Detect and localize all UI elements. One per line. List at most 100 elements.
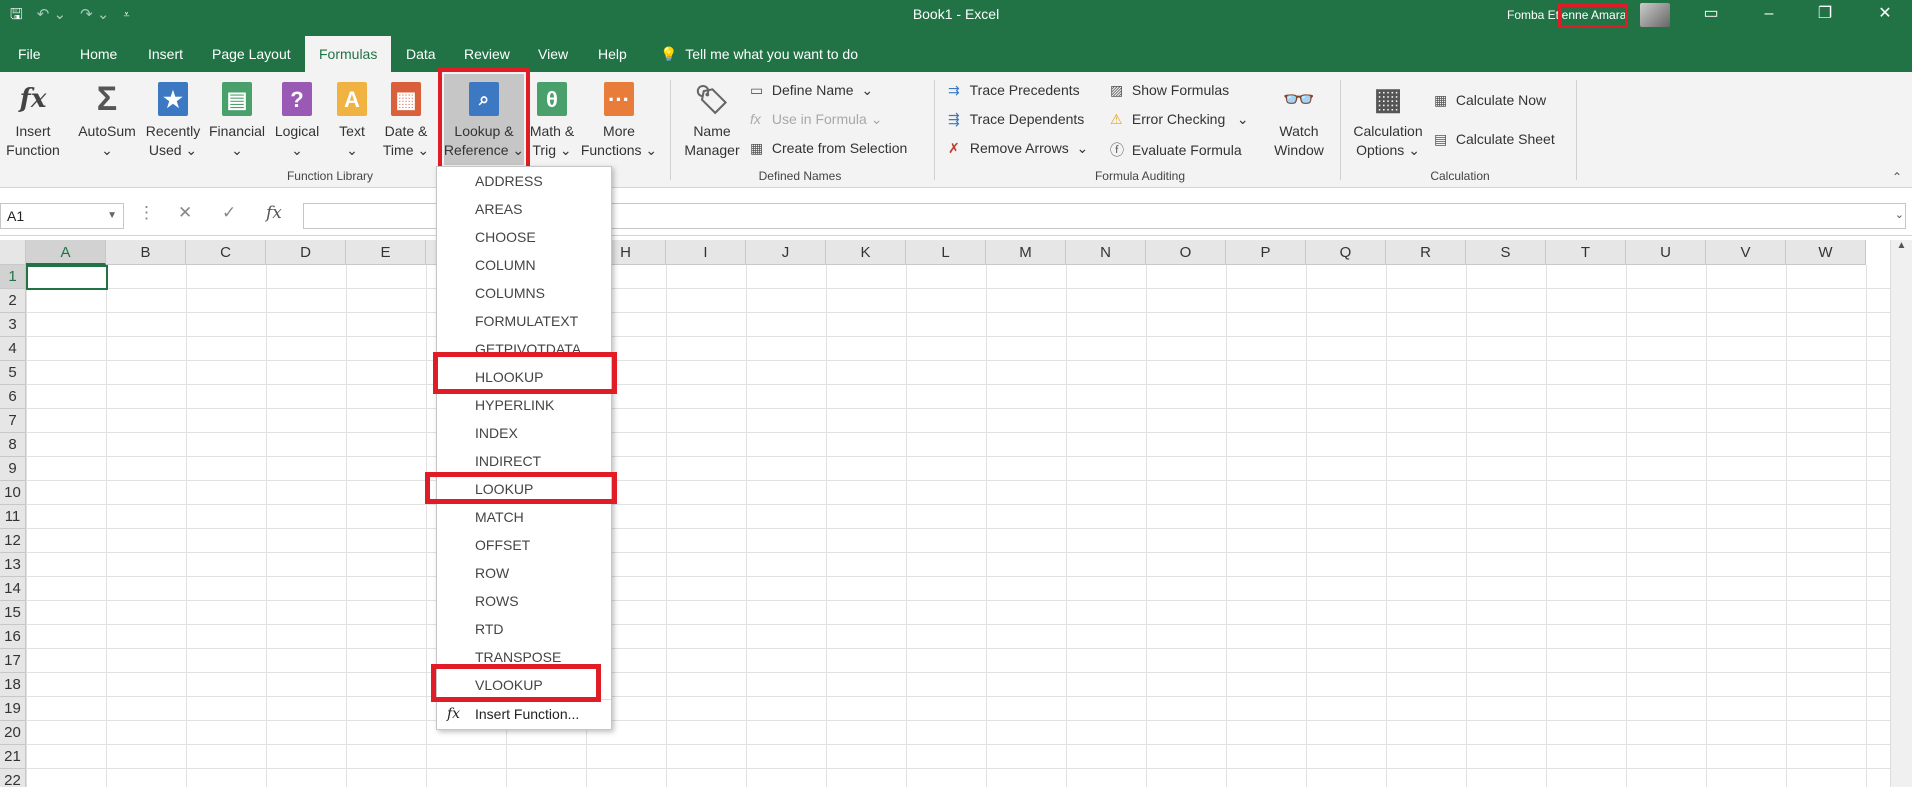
enter-icon[interactable]: ✓: [222, 203, 236, 223]
menu-item-rows[interactable]: ROWS: [475, 587, 519, 615]
row-header-4[interactable]: 4: [0, 337, 26, 361]
row-header-13[interactable]: 13: [0, 553, 26, 577]
close-icon[interactable]: ✕: [1862, 0, 1908, 30]
column-header-p[interactable]: P: [1226, 240, 1306, 265]
column-header-r[interactable]: R: [1386, 240, 1466, 265]
row-header-10[interactable]: 10: [0, 481, 26, 505]
tab-review[interactable]: Review: [450, 36, 524, 72]
column-header-o[interactable]: O: [1146, 240, 1226, 265]
minimize-icon[interactable]: –: [1746, 0, 1792, 30]
collapse-ribbon-icon[interactable]: ⌃: [1892, 170, 1902, 184]
column-header-i[interactable]: I: [666, 240, 746, 265]
column-header-w[interactable]: W: [1786, 240, 1866, 265]
logical-button[interactable]: ? Logical ⌄: [270, 82, 324, 160]
menu-item-hyperlink[interactable]: HYPERLINK: [475, 391, 554, 419]
use-in-formula-button[interactable]: fx Use in Formula ⌄: [750, 111, 882, 128]
menu-item-indirect[interactable]: INDIRECT: [475, 447, 541, 475]
date-time-button[interactable]: ▦ Date & Time ⌄: [378, 82, 434, 160]
column-header-e[interactable]: E: [346, 240, 426, 265]
math-trig-button[interactable]: θ Math & Trig ⌄: [524, 82, 580, 160]
row-header-1[interactable]: 1: [0, 265, 26, 289]
select-all-corner[interactable]: [0, 240, 26, 265]
column-header-s[interactable]: S: [1466, 240, 1546, 265]
tab-view[interactable]: View: [524, 36, 582, 72]
row-header-11[interactable]: 11: [0, 505, 26, 529]
name-box-dropdown-icon[interactable]: ▼: [107, 204, 117, 228]
cells[interactable]: [26, 265, 1890, 787]
text-button[interactable]: A Text ⌄: [330, 82, 374, 160]
menu-item-row[interactable]: ROW: [475, 559, 509, 587]
name-box[interactable]: A1 ▼: [0, 203, 124, 229]
expand-formula-bar-icon[interactable]: ⌄: [1895, 208, 1904, 221]
more-functions-button[interactable]: ··· More Functions ⌄: [580, 82, 658, 160]
column-header-k[interactable]: K: [826, 240, 906, 265]
cancel-icon[interactable]: ✕: [178, 203, 192, 223]
trace-dependents-button[interactable]: ⇶ Trace Dependents: [948, 111, 1084, 128]
tab-home[interactable]: Home: [66, 36, 131, 72]
name-manager-button[interactable]: 🏷 Name Manager: [680, 82, 744, 160]
insert-function-icon[interactable]: fx: [266, 203, 282, 223]
menu-item-offset[interactable]: OFFSET: [475, 531, 530, 559]
row-header-19[interactable]: 19: [0, 697, 26, 721]
column-header-d[interactable]: D: [266, 240, 346, 265]
calculate-now-button[interactable]: ▦ Calculate Now: [1434, 92, 1546, 109]
calculate-sheet-button[interactable]: ▤ Calculate Sheet: [1434, 131, 1555, 148]
tab-insert[interactable]: Insert: [134, 36, 197, 72]
row-header-5[interactable]: 5: [0, 361, 26, 385]
row-header-7[interactable]: 7: [0, 409, 26, 433]
tab-formulas[interactable]: Formulas: [305, 36, 392, 72]
column-header-j[interactable]: J: [746, 240, 826, 265]
financial-button[interactable]: ▤ Financial ⌄: [206, 82, 268, 160]
column-header-c[interactable]: C: [186, 240, 266, 265]
column-header-b[interactable]: B: [106, 240, 186, 265]
trace-precedents-button[interactable]: ⇉ Trace Precedents: [948, 82, 1080, 99]
row-header-16[interactable]: 16: [0, 625, 26, 649]
menu-item-formulatext[interactable]: FORMULATEXT: [475, 307, 578, 335]
row-header-20[interactable]: 20: [0, 721, 26, 745]
column-header-t[interactable]: T: [1546, 240, 1626, 265]
menu-item-choose[interactable]: CHOOSE: [475, 223, 536, 251]
avatar[interactable]: [1640, 3, 1670, 27]
menu-item-rtd[interactable]: RTD: [475, 615, 504, 643]
tab-page-layout[interactable]: Page Layout: [198, 36, 305, 72]
scroll-up-icon[interactable]: ▲: [1891, 240, 1912, 251]
column-header-l[interactable]: L: [906, 240, 986, 265]
autosum-button[interactable]: Σ AutoSum ⌄: [74, 82, 140, 160]
menu-item-column[interactable]: COLUMN: [475, 251, 536, 279]
row-header-12[interactable]: 12: [0, 529, 26, 553]
row-header-8[interactable]: 8: [0, 433, 26, 457]
row-header-3[interactable]: 3: [0, 313, 26, 337]
insert-function-button[interactable]: fx Insert Function: [6, 82, 60, 160]
tab-help[interactable]: Help: [584, 36, 641, 72]
define-name-button[interactable]: ▭ Define Name ⌄: [750, 82, 873, 99]
menu-item-address[interactable]: ADDRESS: [475, 167, 543, 195]
column-header-u[interactable]: U: [1626, 240, 1706, 265]
column-header-m[interactable]: M: [986, 240, 1066, 265]
tell-me-box[interactable]: 💡 Tell me what you want to do: [660, 36, 858, 72]
vertical-scrollbar[interactable]: ▲: [1890, 240, 1912, 787]
restore-icon[interactable]: ❐: [1802, 0, 1848, 30]
calculation-options-button[interactable]: ▦ Calculation Options ⌄: [1348, 82, 1428, 160]
row-header-17[interactable]: 17: [0, 649, 26, 673]
row-header-22[interactable]: 22: [0, 769, 26, 787]
menu-item-match[interactable]: MATCH: [475, 503, 524, 531]
menu-item-index[interactable]: INDEX: [475, 419, 518, 447]
tab-file[interactable]: File: [4, 36, 55, 72]
active-cell[interactable]: [26, 265, 108, 290]
column-header-n[interactable]: N: [1066, 240, 1146, 265]
column-header-q[interactable]: Q: [1306, 240, 1386, 265]
row-header-21[interactable]: 21: [0, 745, 26, 769]
tab-data[interactable]: Data: [392, 36, 450, 72]
error-checking-button[interactable]: ⚠ Error Checking ⌄: [1110, 111, 1249, 128]
recently-used-button[interactable]: ★ Recently Used ⌄: [142, 82, 204, 160]
row-header-9[interactable]: 9: [0, 457, 26, 481]
row-header-2[interactable]: 2: [0, 289, 26, 313]
menu-item-areas[interactable]: AREAS: [475, 195, 522, 223]
column-header-v[interactable]: V: [1706, 240, 1786, 265]
watch-window-button[interactable]: 👓 Watch Window: [1266, 82, 1332, 160]
row-header-14[interactable]: 14: [0, 577, 26, 601]
row-header-15[interactable]: 15: [0, 601, 26, 625]
row-header-18[interactable]: 18: [0, 673, 26, 697]
ribbon-display-options-icon[interactable]: ▭: [1688, 0, 1734, 30]
insert-function-menu-item[interactable]: fx Insert Function...: [437, 699, 611, 727]
